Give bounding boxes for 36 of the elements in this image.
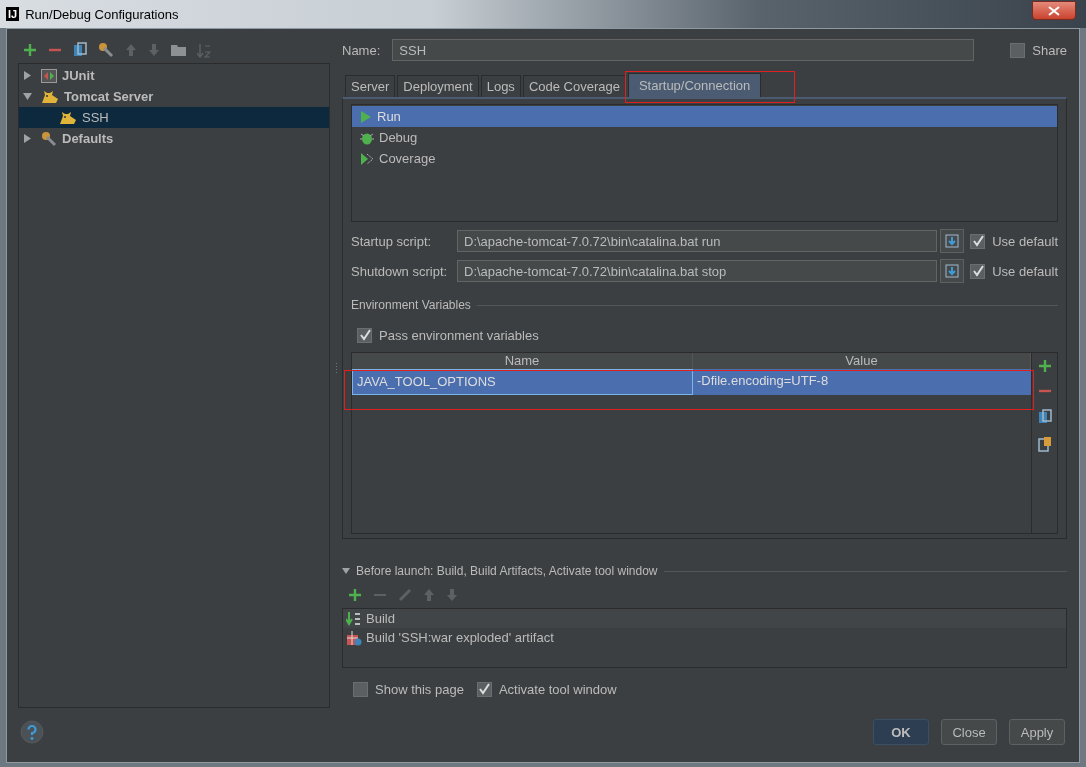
tab[interactable]: Logs [480,75,521,97]
script-field[interactable]: D:\apache-tomcat-7.0.72\bin\catalina.bat run [457,230,938,252]
section-title: Environment Variables [351,298,471,312]
name-field[interactable]: SSH [392,39,975,61]
section-title: Before launch: Build, Build Artifacts, Activate tool window [356,564,658,578]
window-title: Run/Debug Configurations [25,6,179,22]
checkbox-label: Show this page [375,681,464,697]
mode-item[interactable]: Run [352,106,1057,127]
task-item[interactable]: Build [343,609,1066,628]
tab[interactable]: Code Coverage [522,75,626,97]
tree-item[interactable]: JUnit [19,65,329,86]
checkbox-label: Use default [992,233,1058,249]
name-label: Name: [342,42,381,58]
tab[interactable]: Server [345,75,396,97]
script-label: Shutdown script: [351,263,449,279]
dialog-button[interactable]: Apply [1009,719,1065,745]
script-field[interactable]: D:\apache-tomcat-7.0.72\bin\catalina.bat stop [457,260,938,282]
script-label: Startup script: [351,233,433,249]
tree-item[interactable]: Tomcat Server [19,86,329,107]
mode-item[interactable]: Coverage [352,148,1057,169]
tab[interactable]: Startup/Connection [627,73,762,97]
app-logo: IJ [6,7,20,21]
mode-item[interactable]: Debug [352,127,1057,148]
checkbox-label: Activate tool window [498,681,617,697]
table-cell[interactable]: JAVA_TOOL_OPTIONS [352,369,693,395]
dialog-button[interactable]: Close [941,719,997,745]
tree-item[interactable]: Defaults [19,128,329,149]
tree-item[interactable]: SSH [19,107,329,128]
table-row[interactable]: JAVA_TOOL_OPTIONS -Dfile.encoding=UTF-8 [352,369,1031,395]
table-cell[interactable]: -Dfile.encoding=UTF-8 [693,369,1031,395]
checkbox-label: Pass environment variables [379,327,539,343]
checkbox-label: Use default [992,263,1058,279]
task-item[interactable]: Build 'SSH:war exploded' artifact [343,628,1066,647]
dialog-button[interactable]: OK [873,719,929,745]
share-label: Share [1032,42,1067,58]
tab[interactable]: Deployment [397,75,479,97]
